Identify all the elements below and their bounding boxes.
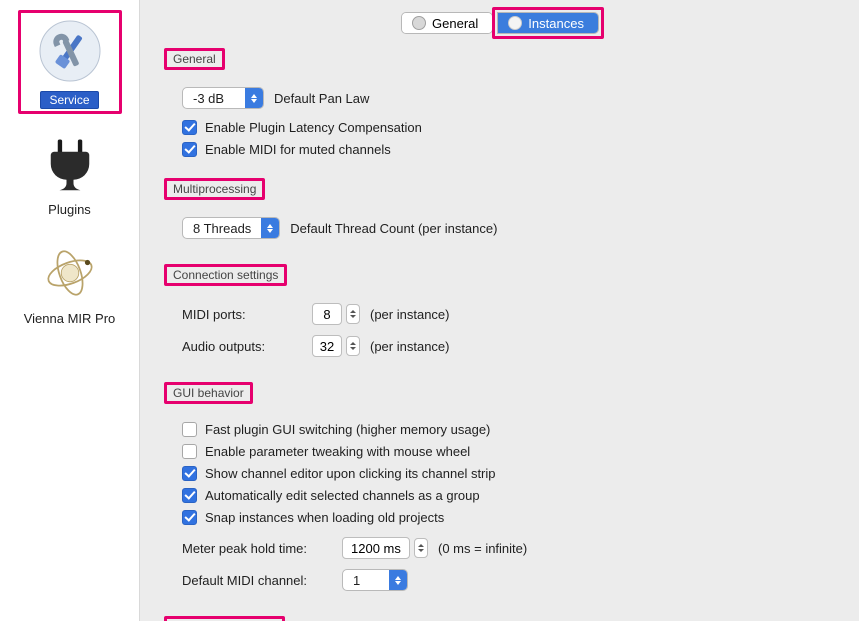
vienna-mir-icon [34, 237, 106, 309]
per-instance-hint: (per instance) [370, 307, 449, 322]
section-title: Connection settings [164, 264, 287, 286]
service-icon [34, 15, 106, 87]
sidebar: Service Plugins [0, 0, 140, 621]
sidebar-item-label: Service [40, 91, 98, 109]
show-editor-label: Show channel editor upon clicking its ch… [205, 466, 496, 481]
pan-law-value: -3 dB [183, 91, 245, 106]
pan-law-select[interactable]: -3 dB [182, 87, 264, 109]
threads-select[interactable]: 8 Threads [182, 217, 280, 239]
midi-channel-value: 1 [343, 573, 389, 588]
per-instance-hint: (per instance) [370, 339, 449, 354]
meter-label: Meter peak hold time: [182, 541, 332, 556]
preferences-window: Service Plugins [0, 0, 859, 621]
section-multiprocessing: Multiprocessing 8 Threads Default Thread… [164, 178, 841, 250]
section-general: General -3 dB Default Pan Law Enable Plu… [164, 48, 841, 164]
stepper-arrows-icon[interactable] [414, 538, 428, 558]
pan-law-label: Default Pan Law [274, 91, 369, 106]
meter-stepper[interactable] [342, 537, 428, 559]
show-editor-checkbox[interactable] [182, 466, 197, 481]
snap-label: Snap instances when loading old projects [205, 510, 444, 525]
audio-outputs-label: Audio outputs: [182, 339, 302, 354]
sidebar-item-vienna-mir[interactable]: Vienna MIR Pro [18, 231, 122, 332]
tab-label: Instances [528, 16, 584, 31]
section-vienna: Vienna Instruments Load all cells in dis… [164, 616, 841, 621]
tab-general[interactable]: General [402, 13, 492, 33]
sidebar-item-service[interactable]: Service [18, 10, 122, 114]
audio-outputs-input[interactable] [312, 335, 342, 357]
meter-hint: (0 ms = infinite) [438, 541, 527, 556]
midi-ports-label: MIDI ports: [182, 307, 302, 322]
section-title: General [164, 48, 225, 70]
main-panel: General Instances General [140, 0, 859, 621]
midi-ports-input[interactable] [312, 303, 342, 325]
param-wheel-checkbox[interactable] [182, 444, 197, 459]
stepper-arrows-icon[interactable] [346, 304, 360, 324]
latency-comp-label: Enable Plugin Latency Compensation [205, 120, 422, 135]
settings-panel: General -3 dB Default Pan Law Enable Plu… [164, 48, 841, 621]
midi-channel-label: Default MIDI channel: [182, 573, 332, 588]
latency-comp-checkbox[interactable] [182, 120, 197, 135]
midi-ports-stepper[interactable] [312, 303, 360, 325]
sidebar-item-label: Plugins [48, 202, 91, 217]
meter-input[interactable] [342, 537, 410, 559]
midi-muted-checkbox[interactable] [182, 142, 197, 157]
chevron-updown-icon [245, 88, 263, 108]
tab-label: General [432, 16, 478, 31]
section-connection: Connection settings MIDI ports: (per ins… [164, 264, 841, 368]
threads-value: 8 Threads [183, 221, 261, 236]
auto-group-label: Automatically edit selected channels as … [205, 488, 480, 503]
stepper-arrows-icon[interactable] [346, 336, 360, 356]
snap-checkbox[interactable] [182, 510, 197, 525]
section-title: GUI behavior [164, 382, 253, 404]
audio-outputs-stepper[interactable] [312, 335, 360, 357]
section-gui: GUI behavior Fast plugin GUI switching (… [164, 382, 841, 602]
midi-channel-select[interactable]: 1 [342, 569, 408, 591]
instances-icon [508, 16, 522, 30]
section-title: Multiprocessing [164, 178, 265, 200]
param-wheel-label: Enable parameter tweaking with mouse whe… [205, 444, 470, 459]
sidebar-item-label: Vienna MIR Pro [24, 311, 116, 326]
plugins-icon [34, 128, 106, 200]
tab-instances[interactable]: Instances [498, 13, 598, 33]
gear-icon [412, 16, 426, 30]
tab-bar: General Instances [164, 10, 841, 36]
midi-muted-label: Enable MIDI for muted channels [205, 142, 391, 157]
section-title: Vienna Instruments [164, 616, 285, 621]
fast-switch-checkbox[interactable] [182, 422, 197, 437]
chevron-updown-icon [389, 570, 407, 590]
fast-switch-label: Fast plugin GUI switching (higher memory… [205, 422, 490, 437]
chevron-updown-icon [261, 218, 279, 238]
auto-group-checkbox[interactable] [182, 488, 197, 503]
sidebar-item-plugins[interactable]: Plugins [18, 122, 122, 223]
threads-label: Default Thread Count (per instance) [290, 221, 497, 236]
